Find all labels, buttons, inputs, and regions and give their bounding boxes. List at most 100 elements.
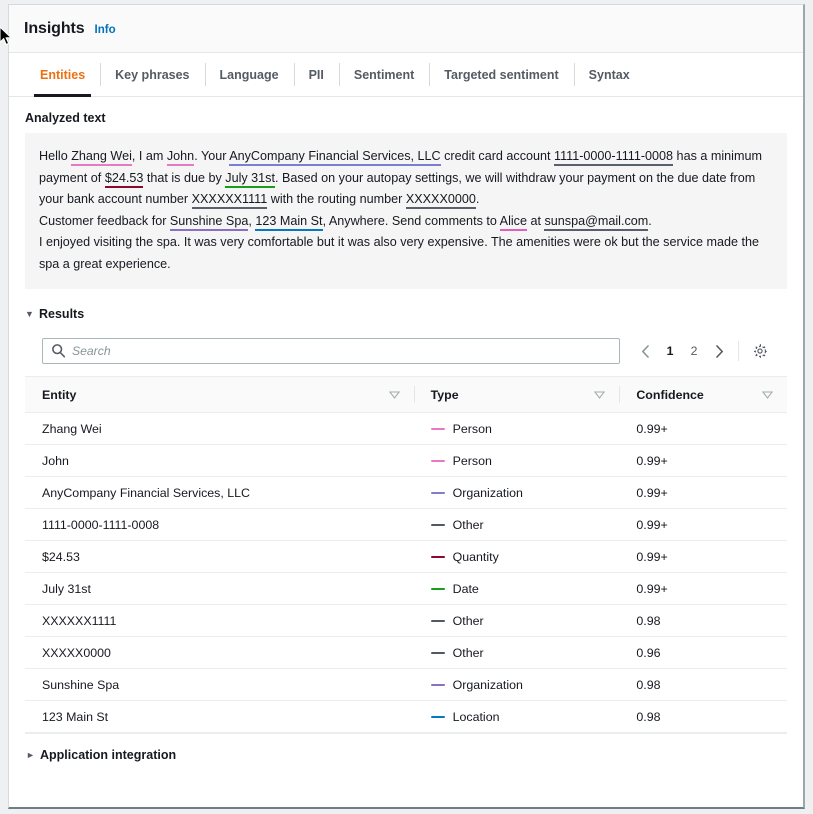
text-segment: with the routing number bbox=[267, 192, 406, 206]
cell-confidence: 0.96 bbox=[619, 637, 787, 669]
tab-key-phrases[interactable]: Key phrases bbox=[100, 53, 204, 96]
type-color-swatch bbox=[431, 652, 445, 654]
cell-type: Location bbox=[414, 701, 620, 733]
pagination-page-2[interactable]: 2 bbox=[682, 338, 706, 364]
table-header: Entity Type bbox=[25, 377, 787, 413]
cell-confidence: 0.99+ bbox=[619, 445, 787, 477]
analyzed-text-label: Analyzed text bbox=[25, 111, 787, 125]
cell-entity: AnyCompany Financial Services, LLC bbox=[25, 477, 414, 509]
type-color-swatch bbox=[431, 556, 445, 558]
tab-label: Targeted sentiment bbox=[444, 68, 558, 82]
search-input[interactable] bbox=[42, 338, 620, 364]
table-body: Zhang WeiPerson0.99+JohnPerson0.99+AnyCo… bbox=[25, 413, 787, 733]
entity-highlight: Zhang Wei bbox=[71, 149, 132, 166]
cell-type: Person bbox=[414, 413, 620, 445]
sort-icon[interactable] bbox=[389, 388, 400, 402]
cell-entity: XXXXX0000 bbox=[25, 637, 414, 669]
table-row[interactable]: XXXXX0000 Other 0.96 bbox=[25, 637, 787, 669]
tab-targeted-sentiment[interactable]: Targeted sentiment bbox=[429, 53, 573, 96]
cell-entity: July 31st bbox=[25, 573, 414, 605]
tab-sentiment[interactable]: Sentiment bbox=[339, 53, 429, 96]
tab-label: Sentiment bbox=[354, 68, 414, 82]
gear-icon[interactable] bbox=[747, 338, 773, 364]
tab-label: Entities bbox=[40, 68, 85, 82]
type-label: Location bbox=[453, 710, 500, 724]
tab-language[interactable]: Language bbox=[205, 53, 294, 96]
column-header-entity-label: Entity bbox=[42, 388, 76, 402]
column-header-entity[interactable]: Entity bbox=[25, 377, 414, 413]
sort-icon[interactable] bbox=[594, 388, 605, 402]
type-color-swatch bbox=[431, 460, 445, 462]
text-segment: credit card account bbox=[441, 149, 554, 163]
type-color-swatch bbox=[431, 492, 445, 494]
table-row[interactable]: Sunshine SpaOrganization0.98 bbox=[25, 669, 787, 701]
entity-highlight: $24.53 bbox=[105, 171, 144, 188]
tab-label: Key phrases bbox=[115, 68, 189, 82]
pagination-previous-icon[interactable] bbox=[632, 338, 658, 364]
pagination-page-1[interactable]: 1 bbox=[658, 338, 682, 364]
cell-entity: XXXXXX1111 bbox=[25, 605, 414, 637]
toolbar-divider bbox=[738, 341, 739, 361]
panel-header: Insights Info bbox=[9, 5, 803, 53]
table-row[interactable]: AnyCompany Financial Services, LLC Organi… bbox=[25, 477, 787, 509]
table-row[interactable]: JohnPerson0.99+ bbox=[25, 445, 787, 477]
type-label: Organization bbox=[453, 678, 523, 692]
tab-label: Syntax bbox=[589, 68, 630, 82]
tab-pii[interactable]: PII bbox=[294, 53, 339, 96]
column-header-confidence[interactable]: Confidence bbox=[619, 377, 787, 413]
type-color-swatch bbox=[431, 684, 445, 686]
entity-highlight: XXXXX0000 bbox=[406, 192, 476, 209]
search-wrapper bbox=[42, 338, 620, 364]
type-label: Other bbox=[453, 646, 484, 660]
text-segment: . Your bbox=[194, 149, 229, 163]
panel-body: Analyzed text Hello Zhang Wei, I am John… bbox=[9, 97, 803, 762]
tab-entities[interactable]: Entities bbox=[25, 53, 100, 96]
table-row[interactable]: 123 Main StLocation0.98 bbox=[25, 701, 787, 733]
info-link[interactable]: Info bbox=[95, 24, 116, 36]
type-color-swatch bbox=[431, 588, 445, 590]
table-row[interactable]: 1111-0000-1111-0008Other0.99+ bbox=[25, 509, 787, 541]
cell-type: Organization bbox=[414, 477, 620, 509]
type-label: Organization bbox=[453, 486, 523, 500]
table-row[interactable]: Zhang WeiPerson0.99+ bbox=[25, 413, 787, 445]
column-header-type[interactable]: Type bbox=[414, 377, 620, 413]
table-header-row: Entity Type bbox=[25, 377, 787, 413]
tab-syntax[interactable]: Syntax bbox=[574, 53, 645, 96]
page-title: Insights bbox=[24, 20, 85, 38]
type-color-swatch bbox=[431, 716, 445, 718]
cell-type: Organization bbox=[414, 669, 620, 701]
table-row[interactable]: XXXXXX1111Other0.98 bbox=[25, 605, 787, 637]
results-card: 1 2 bbox=[25, 327, 787, 734]
table-row[interactable]: $24.53Quantity0.99+ bbox=[25, 541, 787, 573]
text-segment: . bbox=[476, 192, 480, 206]
text-segment: , Anywhere. Send comments to bbox=[323, 214, 500, 228]
entity-highlight: 1111-0000-1111-0008 bbox=[554, 149, 673, 166]
tab-label: Language bbox=[220, 68, 279, 82]
results-title: Results bbox=[39, 307, 84, 321]
analyzed-text-paragraph: I enjoyed visiting the spa. It was very … bbox=[39, 232, 773, 275]
pagination-next-icon[interactable] bbox=[706, 338, 732, 364]
application-integration-toggle[interactable]: ► Application integration bbox=[25, 734, 787, 762]
sort-icon[interactable] bbox=[762, 388, 773, 402]
text-segment: at bbox=[527, 214, 545, 228]
text-segment: , I am bbox=[132, 149, 167, 163]
application-integration-title: Application integration bbox=[40, 748, 176, 762]
text-segment: that is due by bbox=[143, 171, 225, 185]
type-color-swatch bbox=[431, 620, 445, 622]
cell-type: Quantity bbox=[414, 541, 620, 573]
pagination: 1 2 bbox=[620, 338, 773, 364]
column-header-confidence-label: Confidence bbox=[636, 388, 703, 402]
cell-entity: Zhang Wei bbox=[25, 413, 414, 445]
cell-type: Other bbox=[414, 605, 620, 637]
entity-highlight: July 31st bbox=[225, 171, 275, 188]
type-label: Other bbox=[453, 518, 484, 532]
cell-type: Person bbox=[414, 445, 620, 477]
type-label: Person bbox=[453, 454, 492, 468]
results-expand-toggle[interactable]: ▼ Results bbox=[25, 307, 787, 321]
table-row[interactable]: July 31stDate0.99+ bbox=[25, 573, 787, 605]
cell-type: Other bbox=[414, 509, 620, 541]
type-label: Other bbox=[453, 614, 484, 628]
entities-table: Entity Type bbox=[25, 376, 787, 733]
text-segment: I enjoyed visiting the spa. It was very … bbox=[39, 235, 759, 271]
entity-highlight: XXXXXX1111 bbox=[192, 192, 268, 209]
